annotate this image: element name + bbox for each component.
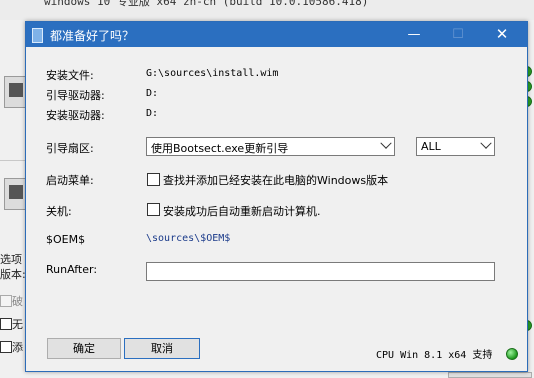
status-led-icon — [506, 348, 518, 360]
background-title-text: windows 10 专业版 x64 zh-cn (build 10.0.105… — [44, 0, 369, 8]
auto-restart-label[interactable]: 安装成功后自动重新启动计算机. — [163, 203, 321, 219]
boot-drive-value: D: — [146, 88, 159, 99]
app-icon — [32, 28, 43, 43]
runafter-input[interactable] — [146, 262, 495, 281]
cpu-support-status: CPU Win 8.1 x64 支持 — [376, 350, 493, 361]
maximize-button[interactable]: ☐ — [440, 22, 476, 47]
install-drive-value: D: — [146, 108, 159, 119]
background-checkbox-label: 破 — [12, 295, 23, 308]
boot-sector-label: 引导扇区: — [46, 142, 94, 155]
dialog-titlebar[interactable]: 都准备好了吗？ — ☐ ✕ — [26, 22, 527, 47]
background-checkbox-label: 无 — [12, 318, 23, 331]
background-options-label: 选项 — [0, 253, 22, 266]
install-file-value: G:\sources\install.wim — [146, 68, 279, 79]
dialog-title: 都准备好了吗？ — [50, 29, 135, 43]
oem-path-value: \sources\$OEM$ — [146, 233, 231, 244]
drive-icon — [9, 83, 23, 97]
background-button[interactable] — [448, 372, 532, 378]
chevron-down-icon — [380, 137, 392, 149]
drive-icon — [9, 185, 23, 199]
boot-menu-label: 启动菜单: — [46, 174, 94, 187]
chevron-down-icon — [480, 137, 492, 149]
ok-button[interactable]: 确定 — [47, 338, 121, 359]
find-installed-windows-label[interactable]: 查找并添加已经安装在此电脑的Windows版本 — [163, 172, 388, 188]
boot-sector-select[interactable]: 使用Bootsect.exe更新引导 — [146, 137, 395, 156]
install-file-label: 安装文件: — [46, 69, 94, 82]
cancel-button[interactable]: 取消 — [124, 338, 200, 359]
minimize-button[interactable]: — — [396, 22, 432, 47]
close-button[interactable]: ✕ — [484, 22, 520, 47]
ready-dialog: 都准备好了吗？ — ☐ ✕ 安装文件: G:\sources\install.w… — [25, 21, 528, 372]
background-title-strip: windows 10 专业版 x64 zh-cn (build 10.0.105… — [0, 0, 534, 20]
background-version-label: 版本: — [0, 268, 26, 281]
background-checkbox[interactable] — [0, 295, 12, 307]
background-checkbox-label: 添 — [12, 341, 23, 354]
oem-label: $OEM$ — [46, 233, 86, 246]
install-drive-label: 安装驱动器: — [46, 109, 105, 122]
background-checkbox[interactable] — [0, 341, 12, 353]
boot-drive-label: 引导驱动器: — [46, 89, 105, 102]
boot-target-select[interactable]: ALL — [416, 137, 495, 156]
auto-restart-checkbox[interactable] — [147, 203, 160, 216]
shutdown-label: 关机: — [46, 205, 72, 218]
background-divider — [0, 160, 26, 161]
find-installed-windows-checkbox[interactable] — [147, 173, 160, 186]
boot-target-select-value: ALL — [421, 140, 441, 153]
boot-sector-select-value: 使用Bootsect.exe更新引导 — [151, 142, 289, 155]
background-checkbox[interactable] — [0, 318, 12, 330]
runafter-label: RunAfter: — [46, 263, 98, 276]
